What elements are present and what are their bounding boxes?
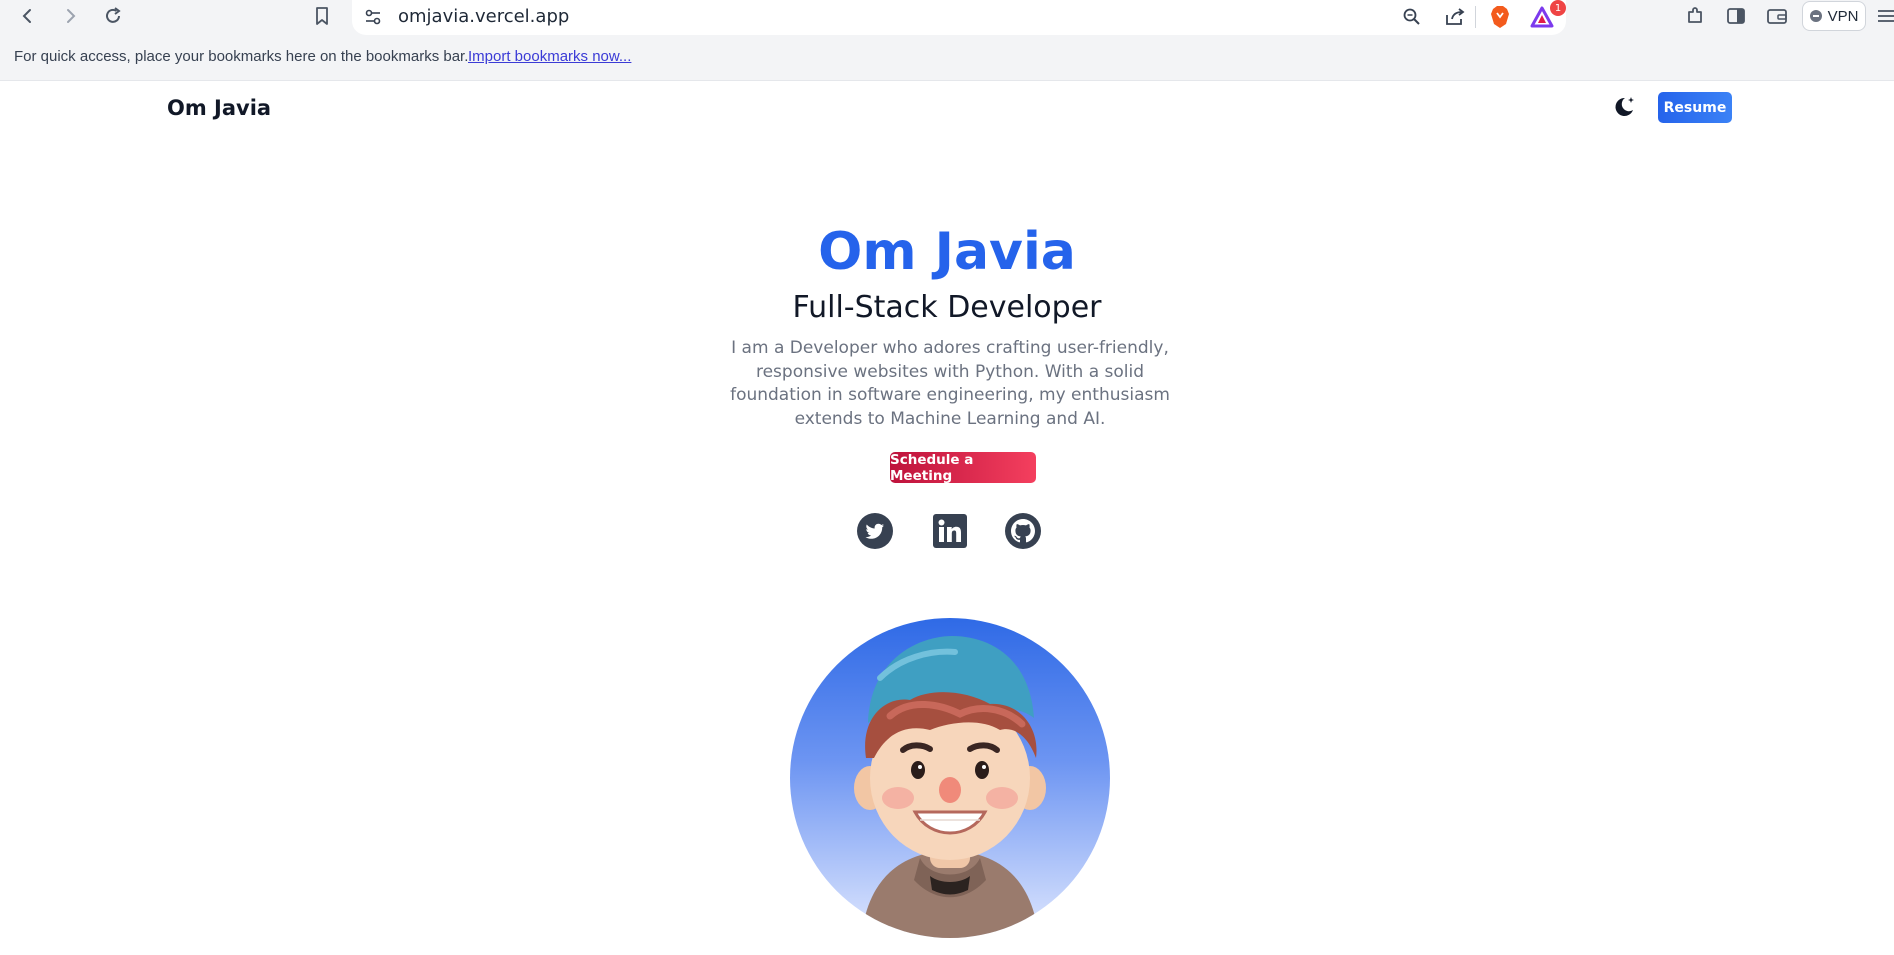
bookmarks-bar: For quick access, place your bookmarks h…	[0, 37, 1894, 81]
schedule-meeting-button[interactable]: Schedule a Meeting	[890, 452, 1036, 484]
zoom-icon[interactable]	[1398, 3, 1426, 31]
resume-button[interactable]: Resume	[1658, 92, 1732, 123]
vpn-label: VPN	[1827, 7, 1859, 25]
site-settings-icon[interactable]	[360, 4, 386, 30]
bookmarks-message: For quick access, place your bookmarks h…	[14, 48, 469, 65]
moon-icon[interactable]	[1610, 93, 1638, 121]
reload-icon[interactable]	[99, 2, 127, 30]
menu-icon[interactable]	[1876, 2, 1894, 30]
site-brand[interactable]: Om Javia	[167, 96, 271, 120]
bookmark-icon[interactable]	[308, 2, 336, 30]
hero-title: Full-Stack Developer	[792, 290, 1102, 325]
hero-description: I am a Developer who adores crafting use…	[730, 338, 1170, 429]
url-text: omjavia.vercel.app	[398, 6, 570, 27]
wallet-icon[interactable]	[1763, 2, 1791, 30]
address-bar[interactable]: omjavia.vercel.app	[352, 0, 1566, 35]
browser-toolbar: omjavia.vercel.app 1 VPN	[0, 0, 1894, 37]
avatar	[790, 618, 1110, 938]
share-icon[interactable]	[1441, 3, 1469, 31]
sidebar-icon[interactable]	[1722, 2, 1750, 30]
back-icon[interactable]	[14, 2, 42, 30]
brave-shield-icon[interactable]	[1486, 3, 1514, 31]
vpn-button[interactable]: VPN	[1802, 1, 1866, 31]
vpn-status-icon	[1809, 10, 1822, 22]
notification-badge: 1	[1550, 0, 1566, 16]
linkedin-icon[interactable]	[932, 513, 968, 549]
import-bookmarks-link[interactable]: Import bookmarks now...	[468, 48, 631, 65]
divider	[1475, 6, 1476, 28]
twitter-icon[interactable]	[857, 513, 893, 549]
hero-name: Om Javia	[818, 222, 1076, 282]
forward-icon[interactable]	[56, 2, 84, 30]
extensions-icon[interactable]	[1681, 2, 1709, 30]
github-icon[interactable]	[1005, 513, 1041, 549]
